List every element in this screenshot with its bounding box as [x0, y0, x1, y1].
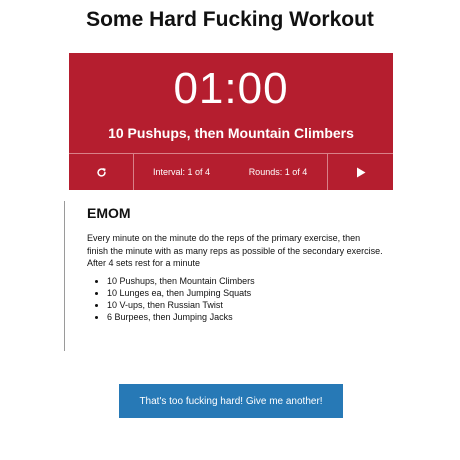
timer-display: 01:00 — [173, 64, 289, 113]
interval-current: 1 — [187, 167, 193, 177]
rounds-total: 4 — [302, 167, 308, 177]
rounds-current: 1 — [284, 167, 290, 177]
interval-total: 4 — [205, 167, 211, 177]
interval-counter: Interval: 1 of 4 — [134, 154, 229, 190]
exercise-list-item: 10 Lunges ea, then Jumping Squats — [107, 287, 255, 299]
workout-type-heading: EMOM — [87, 205, 131, 221]
workout-description: Every minute on the minute do the reps o… — [87, 233, 383, 268]
exercise-list-item: 10 V-ups, then Russian Twist — [107, 299, 255, 311]
workout-info-panel: EMOM Every minute on the minute do the r… — [64, 201, 385, 351]
exercise-list-item: 6 Burpees, then Jumping Jacks — [107, 311, 255, 323]
exercise-list: 10 Pushups, then Mountain Climbers 10 Lu… — [87, 275, 255, 323]
refresh-icon — [96, 167, 106, 177]
play-icon — [356, 167, 365, 177]
restart-button[interactable] — [69, 154, 134, 190]
rounds-label: Rounds: — [248, 167, 283, 177]
timer-control-bar: Interval: 1 of 4 Rounds: 1 of 4 — [69, 153, 393, 190]
rounds-counter: Rounds: 1 of 4 — [229, 154, 328, 190]
interval-label: Interval: — [152, 167, 185, 177]
play-button[interactable] — [328, 154, 393, 190]
new-workout-button[interactable]: That's too fucking hard! Give me another… — [119, 384, 343, 418]
interval-of: of — [195, 167, 203, 177]
rounds-of: of — [292, 167, 300, 177]
timer-panel: 01:00 10 Pushups, then Mountain Climbers… — [69, 53, 393, 190]
exercise-list-item: 10 Pushups, then Mountain Climbers — [107, 275, 255, 287]
page-title: Some Hard Fucking Workout — [86, 8, 374, 31]
current-exercise-label: 10 Pushups, then Mountain Climbers — [108, 125, 354, 141]
